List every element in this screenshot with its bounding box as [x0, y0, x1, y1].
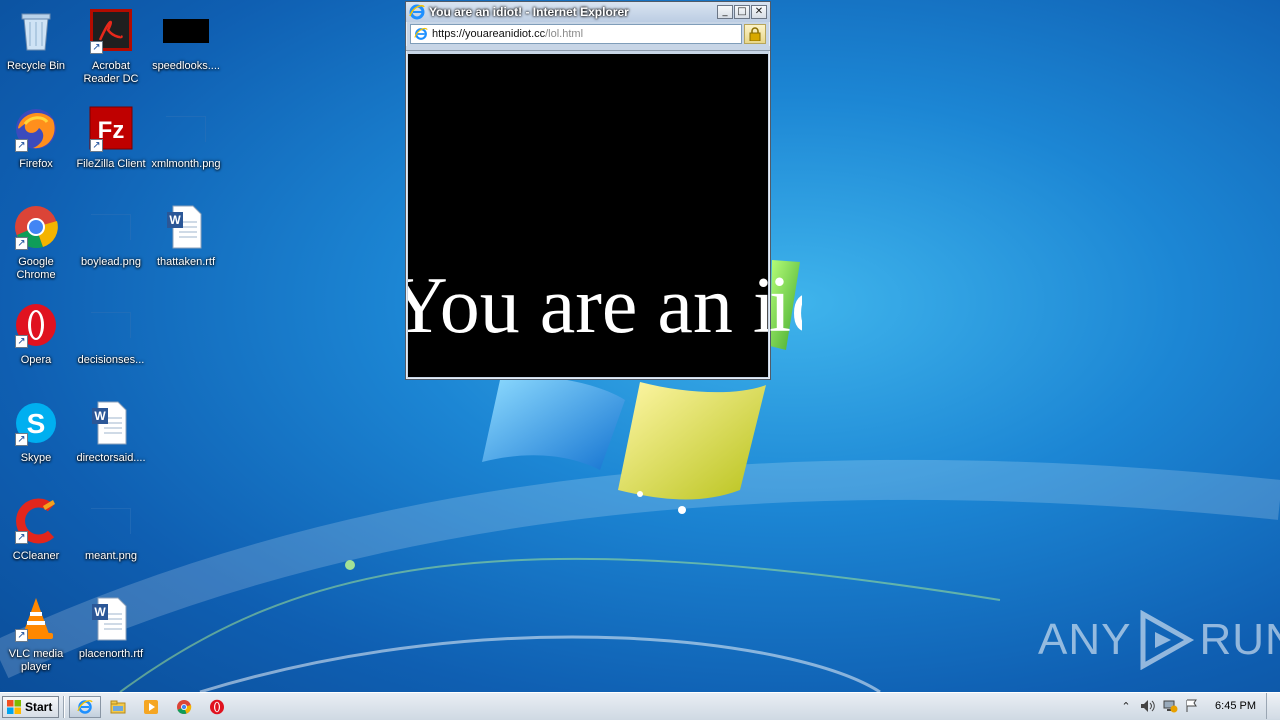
desktop-icon-label: decisionses...	[77, 354, 145, 366]
chrome-icon	[177, 699, 192, 714]
toolbar-strip	[406, 46, 770, 51]
network-icon[interactable]	[1161, 697, 1179, 715]
chrome-icon: ↗	[13, 204, 59, 250]
page-text-overflow-glyph: You are an idiot!	[762, 265, 802, 349]
internet-explorer-icon	[77, 699, 93, 714]
word-document-icon: W	[88, 400, 134, 446]
desktop-icon-label: Skype	[20, 452, 52, 464]
desktop-icon-opera[interactable]: ↗ Opera	[0, 302, 74, 367]
taskbar-chrome[interactable]	[168, 696, 200, 718]
desktop-icon-skype[interactable]: S ↗ Skype	[0, 400, 74, 465]
action-center-flag-icon[interactable]	[1183, 697, 1201, 715]
desktop-icon-label: xmlmonth.png	[151, 158, 221, 170]
taskbar-internet-explorer[interactable]	[69, 695, 102, 718]
ccleaner-icon: ↗	[13, 498, 59, 544]
word-document-icon: W	[88, 596, 134, 642]
desktop-icon-acrobat[interactable]: ↗ Acrobat Reader DC	[73, 8, 149, 86]
ie-popup-window[interactable]: You are an idiot! - Internet Explorer _ …	[405, 1, 771, 380]
desktop-icon-label: thattaken.rtf	[156, 256, 216, 268]
desktop-icon-label: Firefox	[19, 158, 53, 170]
taskbar-opera[interactable]	[201, 696, 233, 718]
desktop-icon-label: CCleaner	[12, 550, 60, 562]
desktop-icon-label: Recycle Bin	[6, 60, 66, 72]
filezilla-icon: Fz ↗	[88, 106, 134, 152]
desktop-icon-boylead[interactable]: boylead.png	[73, 204, 149, 269]
media-player-icon	[144, 699, 159, 714]
desktop-icon-placenorth[interactable]: W placenorth.rtf	[73, 596, 149, 661]
firefox-icon: ↗	[13, 106, 59, 152]
desktop-icon-chrome[interactable]: ↗ Google Chrome	[0, 204, 74, 282]
watermark-left: ANY	[1038, 615, 1132, 664]
play-logo-icon	[1140, 610, 1195, 670]
minimize-button[interactable]: _	[717, 5, 733, 19]
url-path: /lol.html	[545, 28, 584, 40]
svg-text:S: S	[27, 408, 46, 439]
image-file-icon	[88, 498, 134, 544]
desktop-icon-ccleaner[interactable]: ↗ CCleaner	[0, 498, 74, 563]
window-titlebar[interactable]: You are an idiot! - Internet Explorer _ …	[406, 2, 770, 22]
desktop-icon-label: FileZilla Client	[76, 158, 146, 170]
page-content[interactable]: You are an idiot!	[408, 54, 768, 377]
page-scrolling-text: You are an idiot!	[408, 262, 768, 350]
desktop-icon-label: directorsaid....	[76, 452, 146, 464]
desktop-icon-label: meant.png	[85, 550, 137, 562]
desktop-icon-vlc[interactable]: ↗ VLC media player	[0, 596, 74, 674]
show-hidden-icons-icon[interactable]: ⌃	[1117, 697, 1135, 715]
acrobat-icon: ↗	[88, 8, 134, 54]
start-label: Start	[25, 699, 53, 714]
address-bar[interactable]: https://youareanidiot.cc/lol.html	[410, 24, 742, 44]
desktop-icon-recycle-bin[interactable]: Recycle Bin	[0, 8, 74, 73]
image-file-icon	[88, 302, 134, 348]
desktop-icon-label: speedlooks....	[152, 60, 220, 72]
security-lock-button[interactable]	[744, 24, 766, 44]
explorer-folder-icon	[110, 700, 126, 713]
svg-text:W: W	[169, 213, 181, 227]
taskbar-explorer[interactable]	[102, 696, 134, 718]
word-document-icon: W	[163, 204, 209, 250]
desktop-icon-directorsaid[interactable]: W directorsaid....	[73, 400, 149, 465]
system-tray: ⌃ 6:45 PM	[1111, 693, 1280, 719]
desktop-icon-xmlmonth[interactable]: xmlmonth.png	[148, 106, 224, 171]
desktop-icon-firefox[interactable]: ↗ Firefox	[0, 106, 74, 171]
taskbar-clock[interactable]: 6:45 PM	[1215, 700, 1256, 712]
taskbar-media-player[interactable]	[135, 696, 167, 718]
desktop-icon-label: Opera	[20, 354, 52, 366]
desktop-icon-speedlooks[interactable]: speedlooks....	[148, 8, 224, 73]
desktop-icon-filezilla[interactable]: Fz ↗ FileZilla Client	[73, 106, 149, 171]
desktop-icon-label: Acrobat Reader DC	[83, 60, 139, 85]
opera-icon	[210, 699, 225, 714]
opera-icon: ↗	[13, 302, 59, 348]
show-desktop-button[interactable]	[1266, 693, 1280, 719]
start-button[interactable]: Start	[2, 695, 60, 718]
image-file-icon	[163, 106, 209, 152]
desktop-icon-label: boylead.png	[81, 256, 141, 268]
desktop-icon-label: placenorth.rtf	[78, 648, 144, 660]
url-host: https://youareanidiot.cc	[432, 28, 546, 40]
desktop-icon-meant[interactable]: meant.png	[73, 498, 149, 563]
desktop-icon-thattaken[interactable]: W thattaken.rtf	[148, 204, 224, 269]
vlc-icon: ↗	[13, 596, 59, 642]
taskbar: Start ⌃ 6:45 PM	[0, 692, 1280, 720]
desktop-icon-label: VLC media player	[8, 648, 64, 673]
address-bar-row: https://youareanidiot.cc/lol.html	[406, 22, 770, 46]
maximize-button[interactable]: □	[734, 5, 750, 19]
volume-icon[interactable]	[1139, 697, 1157, 715]
internet-explorer-icon	[409, 4, 425, 20]
lock-icon	[749, 27, 761, 41]
desktop-icon-decisionses[interactable]: decisionses...	[73, 302, 149, 367]
svg-text:W: W	[94, 409, 106, 423]
image-file-icon	[88, 204, 134, 250]
desktop-icon-label: Google Chrome	[16, 256, 56, 281]
skype-icon: S ↗	[13, 400, 59, 446]
page-text-overflow: You are an idiot!	[762, 265, 802, 349]
svg-text:W: W	[94, 605, 106, 619]
recycle-bin-icon	[13, 8, 59, 54]
close-button[interactable]: ✕	[751, 5, 767, 19]
internet-explorer-icon	[414, 27, 428, 40]
window-title: You are an idiot! - Internet Explorer	[429, 5, 629, 19]
anyrun-watermark: ANY RUN	[1038, 610, 1280, 670]
windows-logo-icon	[7, 699, 21, 714]
image-file-icon	[163, 8, 209, 54]
watermark-right: RUN	[1199, 615, 1280, 664]
